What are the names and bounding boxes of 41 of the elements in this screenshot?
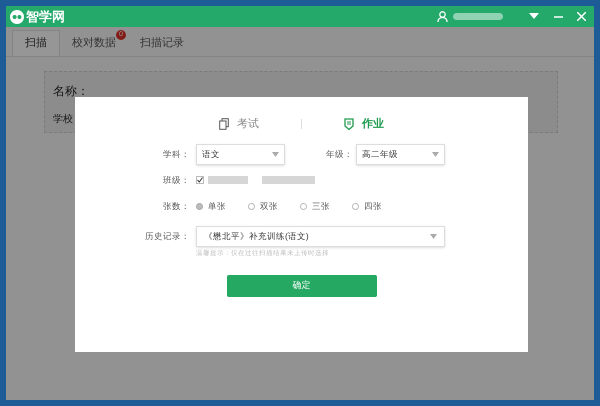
subject-value: 语文 xyxy=(202,148,220,160)
radio-label: 单张 xyxy=(208,200,226,212)
radio-label: 三张 xyxy=(312,200,330,212)
grade-dropdown[interactable]: 高二年级 xyxy=(356,144,445,164)
close-icon[interactable] xyxy=(577,12,586,21)
history-dropdown[interactable]: 《懋北平》补充训练(语文) xyxy=(196,226,445,246)
notebook-icon xyxy=(344,118,354,130)
tab[interactable]: 扫描 xyxy=(12,30,60,56)
window-title: 智学网 xyxy=(26,8,65,26)
sheets-label: 张数： xyxy=(162,200,191,212)
user-icon[interactable] xyxy=(437,11,448,22)
checkbox[interactable] xyxy=(196,176,204,184)
subject-dropdown[interactable]: 语文 xyxy=(196,144,285,164)
mode-tab[interactable]: 作业 xyxy=(340,116,388,132)
radio-button[interactable] xyxy=(300,202,307,210)
blurred-class-name xyxy=(208,176,248,184)
radio-label: 双张 xyxy=(260,200,278,212)
check-icon xyxy=(197,177,203,183)
caret-icon xyxy=(432,152,439,156)
history-value: 《懋北平》补充训练(语文) xyxy=(204,230,309,242)
tab[interactable]: 扫描记录 xyxy=(128,30,196,56)
school-label: 学校 xyxy=(53,112,73,127)
radio-button[interactable] xyxy=(352,202,359,210)
radio-button[interactable] xyxy=(248,202,255,210)
history-label: 历史记录： xyxy=(144,230,191,242)
caret-icon xyxy=(430,234,437,238)
grade-label: 年级： xyxy=(326,148,354,160)
grade-value: 高二年级 xyxy=(362,148,398,160)
blurred-class-name xyxy=(262,176,315,184)
logo-icon xyxy=(10,10,24,24)
mode-tab[interactable]: 考试 xyxy=(215,116,263,132)
class-label: 班级： xyxy=(162,174,191,186)
subject-label: 学科： xyxy=(162,148,191,160)
copy-icon xyxy=(219,118,229,130)
name-label: 名称： xyxy=(53,83,89,100)
dropdown-icon[interactable] xyxy=(529,13,539,20)
radio-button[interactable] xyxy=(196,202,203,210)
radio-label: 四张 xyxy=(364,200,382,212)
blurred-username xyxy=(453,13,503,20)
confirm-button[interactable]: 确定 xyxy=(226,274,376,297)
caret-icon xyxy=(272,152,279,156)
